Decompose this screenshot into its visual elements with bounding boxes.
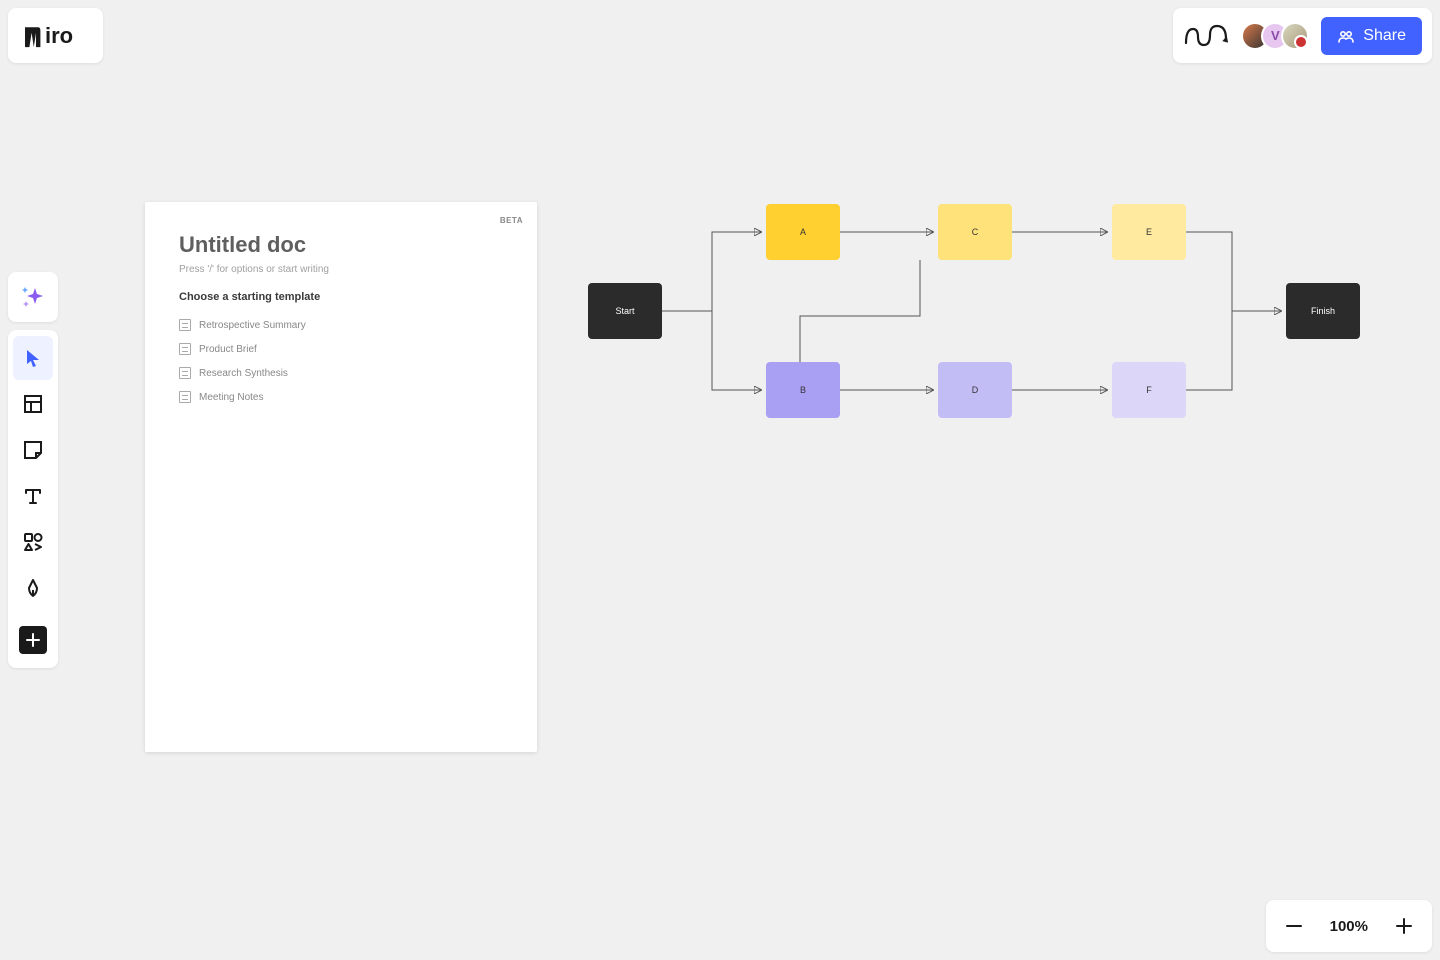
text-icon — [22, 485, 44, 507]
sticky-note-icon — [22, 439, 44, 461]
shapes-tool[interactable] — [13, 520, 53, 564]
minus-icon — [1285, 917, 1303, 935]
doc-subhead: Choose a starting template — [179, 291, 503, 303]
flow-node-c[interactable]: C — [938, 204, 1012, 260]
doc-icon — [179, 391, 191, 403]
header-right-panel: V Share — [1173, 8, 1432, 63]
document-card[interactable]: BETA Untitled doc Press '/' for options … — [145, 202, 537, 752]
template-item-research[interactable]: Research Synthesis — [179, 361, 503, 385]
template-item-brief[interactable]: Product Brief — [179, 337, 503, 361]
template-item-retro[interactable]: Retrospective Summary — [179, 313, 503, 337]
template-item-notes[interactable]: Meeting Notes — [179, 385, 503, 409]
zoom-out-button[interactable] — [1274, 906, 1314, 946]
svg-text:iro: iro — [45, 24, 73, 48]
add-tool[interactable] — [13, 618, 53, 662]
zoom-controls: 100% — [1266, 900, 1432, 952]
sparkle-icon — [20, 284, 46, 310]
doc-icon — [179, 343, 191, 355]
flow-node-b[interactable]: B — [766, 362, 840, 418]
sticky-note-tool[interactable] — [13, 428, 53, 472]
flow-node-d[interactable]: D — [938, 362, 1012, 418]
pen-icon — [22, 577, 44, 599]
doc-hint: Press '/' for options or start writing — [179, 264, 503, 275]
doc-icon — [179, 319, 191, 331]
node-label: Finish — [1311, 306, 1335, 316]
plus-icon — [1395, 917, 1413, 935]
pen-tool[interactable] — [13, 566, 53, 610]
doc-title[interactable]: Untitled doc — [179, 232, 503, 258]
frame-icon — [22, 393, 44, 415]
share-label: Share — [1363, 27, 1406, 45]
template-label: Meeting Notes — [199, 392, 263, 403]
node-label: Start — [615, 306, 634, 316]
template-label: Research Synthesis — [199, 368, 288, 379]
template-label: Product Brief — [199, 344, 257, 355]
node-label: B — [800, 385, 806, 395]
avatar-initial: V — [1271, 28, 1280, 43]
flow-node-a[interactable]: A — [766, 204, 840, 260]
node-label: D — [972, 385, 979, 395]
zoom-level[interactable]: 100% — [1322, 918, 1376, 935]
plus-icon — [19, 626, 47, 654]
talktrack-icon[interactable] — [1183, 20, 1229, 52]
select-tool[interactable] — [13, 336, 53, 380]
miro-logo-icon: iro — [25, 24, 87, 48]
template-label: Retrospective Summary — [199, 320, 306, 331]
flow-node-start[interactable]: Start — [588, 283, 662, 339]
zoom-in-button[interactable] — [1384, 906, 1424, 946]
doc-icon — [179, 367, 191, 379]
beta-badge: BETA — [500, 216, 523, 225]
share-icon — [1337, 27, 1355, 45]
frame-tool[interactable] — [13, 382, 53, 426]
node-label: C — [972, 227, 979, 237]
node-label: E — [1146, 227, 1152, 237]
flow-node-e[interactable]: E — [1112, 204, 1186, 260]
collaborator-avatars[interactable]: V — [1241, 22, 1309, 50]
flow-node-f[interactable]: F — [1112, 362, 1186, 418]
left-toolbar — [8, 330, 58, 668]
ai-tool-button[interactable] — [8, 272, 58, 322]
text-tool[interactable] — [13, 474, 53, 518]
flow-node-finish[interactable]: Finish — [1286, 283, 1360, 339]
shapes-icon — [22, 531, 44, 553]
cursor-icon — [23, 348, 43, 368]
avatar-user-3[interactable] — [1281, 22, 1309, 50]
app-logo[interactable]: iro — [8, 8, 103, 63]
node-label: F — [1146, 385, 1152, 395]
node-label: A — [800, 227, 806, 237]
share-button[interactable]: Share — [1321, 17, 1422, 55]
